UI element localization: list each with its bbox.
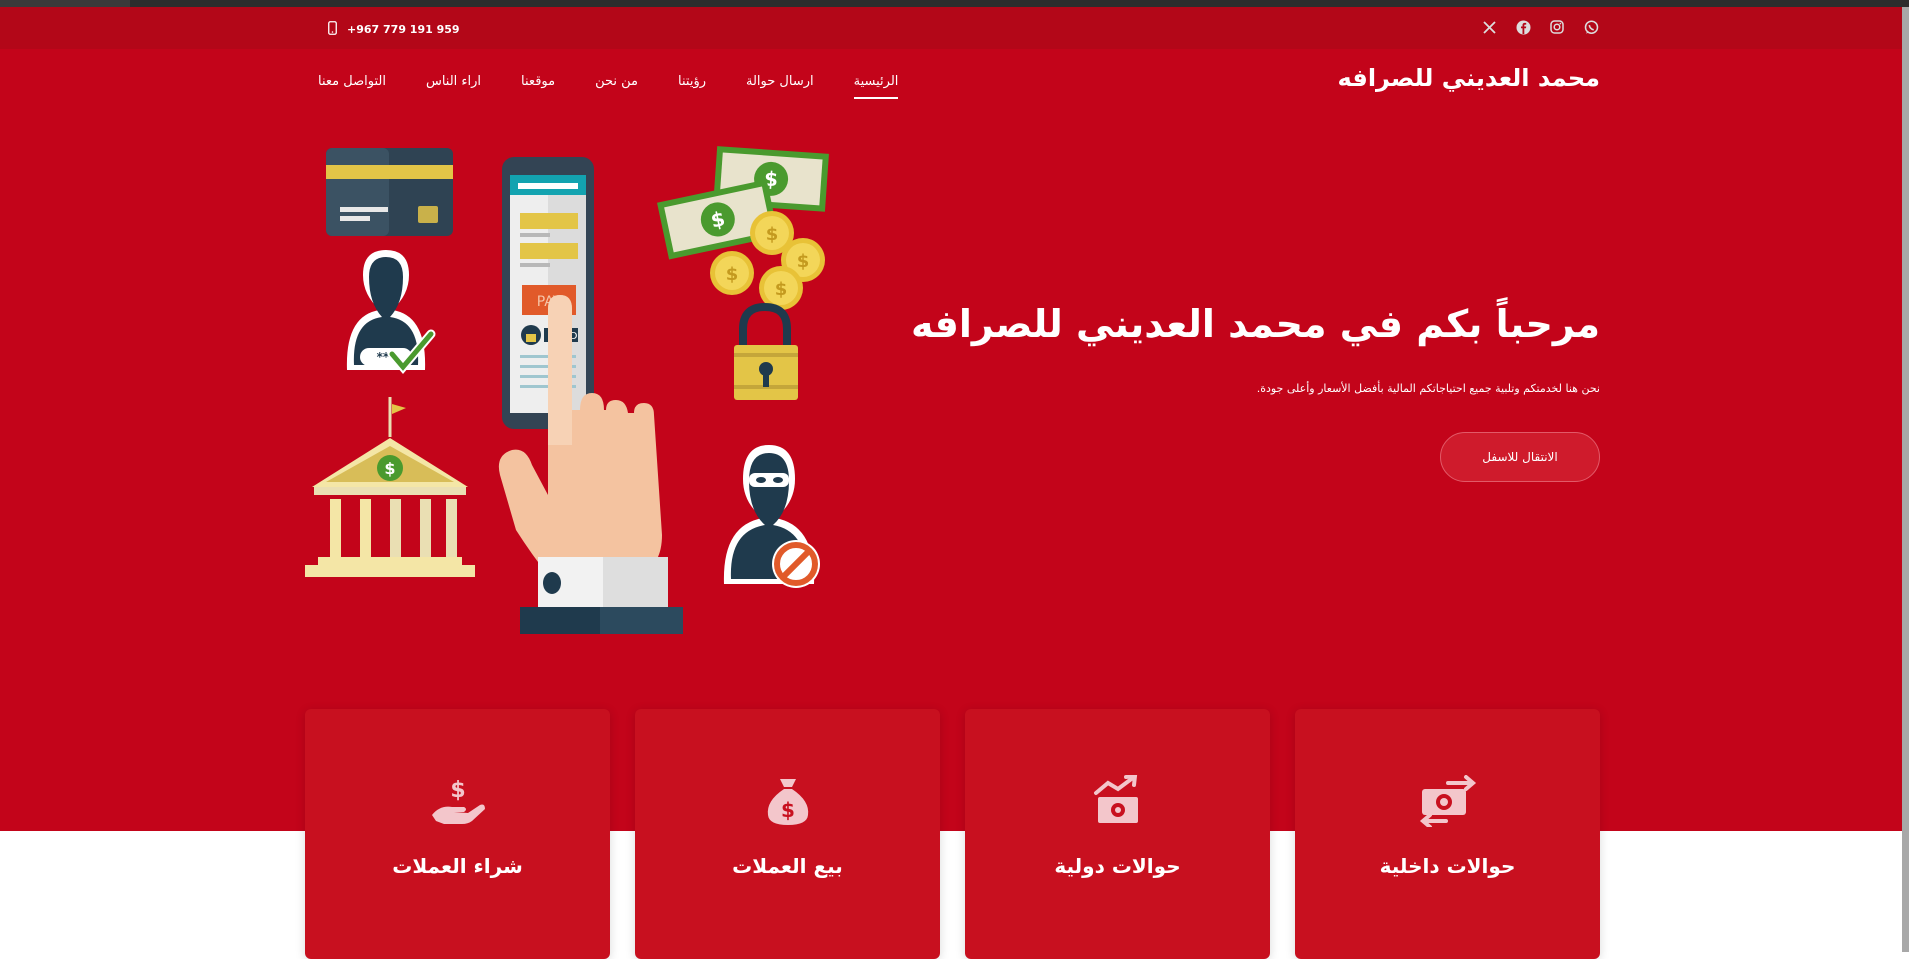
service-label: حوالات داخلية — [1379, 854, 1516, 878]
padlock-icon — [734, 302, 798, 400]
nav-item-about[interactable]: من نحن — [595, 74, 638, 89]
service-card-domestic-transfers[interactable]: حوالات داخلية — [1295, 709, 1600, 959]
bank-building-icon: $ — [305, 397, 475, 577]
service-card-international-transfers[interactable]: حوالات دولية — [965, 709, 1270, 959]
svg-text:$: $ — [726, 264, 739, 285]
main-nav: الرئيسية ارسال حوالة رؤيتنا من نحن موقعن… — [318, 74, 898, 99]
service-card-sell-currency[interactable]: $ بيع العملات — [635, 709, 940, 959]
page-scrollbar[interactable] — [1902, 7, 1909, 952]
cash-and-coins-icon: $ $ $ $ $ $ — [657, 146, 829, 310]
social-links — [1480, 18, 1600, 36]
brand-logo-text[interactable]: محمد العديني للصرافه — [1338, 64, 1600, 92]
money-growth-icon — [1088, 773, 1148, 827]
nav-item-testimonials[interactable]: اراء الناس — [426, 74, 481, 89]
x-icon[interactable] — [1480, 18, 1498, 36]
services-cards: حوالات داخلية حوالات دولية $ بيع العملات — [304, 709, 1600, 959]
hero-subtitle: نحن هنا لخدمتكم وتلبية جميع احتياجاتكم ا… — [1256, 382, 1600, 395]
facebook-icon[interactable] — [1514, 18, 1532, 36]
service-label: شراء العملات — [392, 854, 523, 878]
service-card-buy-currency[interactable]: $ شراء العملات — [305, 709, 610, 959]
whatsapp-icon[interactable] — [1582, 18, 1600, 36]
instagram-icon[interactable] — [1548, 18, 1566, 36]
mobile-phone-icon — [328, 21, 337, 38]
nav-item-vision[interactable]: رؤيتنا — [678, 74, 706, 89]
money-transfer-icon — [1418, 775, 1478, 829]
phone-contact[interactable]: +967 779 191 959 — [328, 21, 460, 38]
service-label: حوالات دولية — [1054, 854, 1181, 878]
nav-item-location[interactable]: موقعنا — [521, 74, 555, 89]
svg-text:$: $ — [450, 778, 465, 803]
blocked-thief-icon — [723, 445, 820, 588]
svg-text:$: $ — [775, 279, 788, 300]
finance-illustration: *** $ PAY RED — [305, 146, 829, 634]
nav-item-contact[interactable]: التواصل معنا — [318, 74, 386, 89]
browser-top-strip — [0, 0, 1909, 7]
scroll-down-button[interactable]: الانتقال للاسفل — [1440, 432, 1600, 482]
nav-item-send-transfer[interactable]: ارسال حوالة — [746, 74, 814, 89]
verified-user-icon: *** — [346, 250, 436, 374]
top-contact-bar: +967 779 191 959 — [0, 7, 1909, 49]
phone-number: +967 779 191 959 — [347, 23, 460, 36]
credit-card-icon — [326, 148, 453, 236]
svg-text:$: $ — [781, 798, 795, 822]
hand-dollar-icon: $ — [428, 775, 488, 827]
hero-title: مرحباً بكم في محمد العديني للصرافه — [910, 302, 1600, 346]
svg-text:$: $ — [384, 459, 395, 478]
svg-text:$: $ — [797, 251, 810, 272]
nav-item-home[interactable]: الرئيسية — [853, 74, 898, 99]
service-label: بيع العملات — [732, 854, 843, 878]
svg-text:$: $ — [766, 224, 779, 245]
money-bag-icon: $ — [758, 775, 818, 827]
